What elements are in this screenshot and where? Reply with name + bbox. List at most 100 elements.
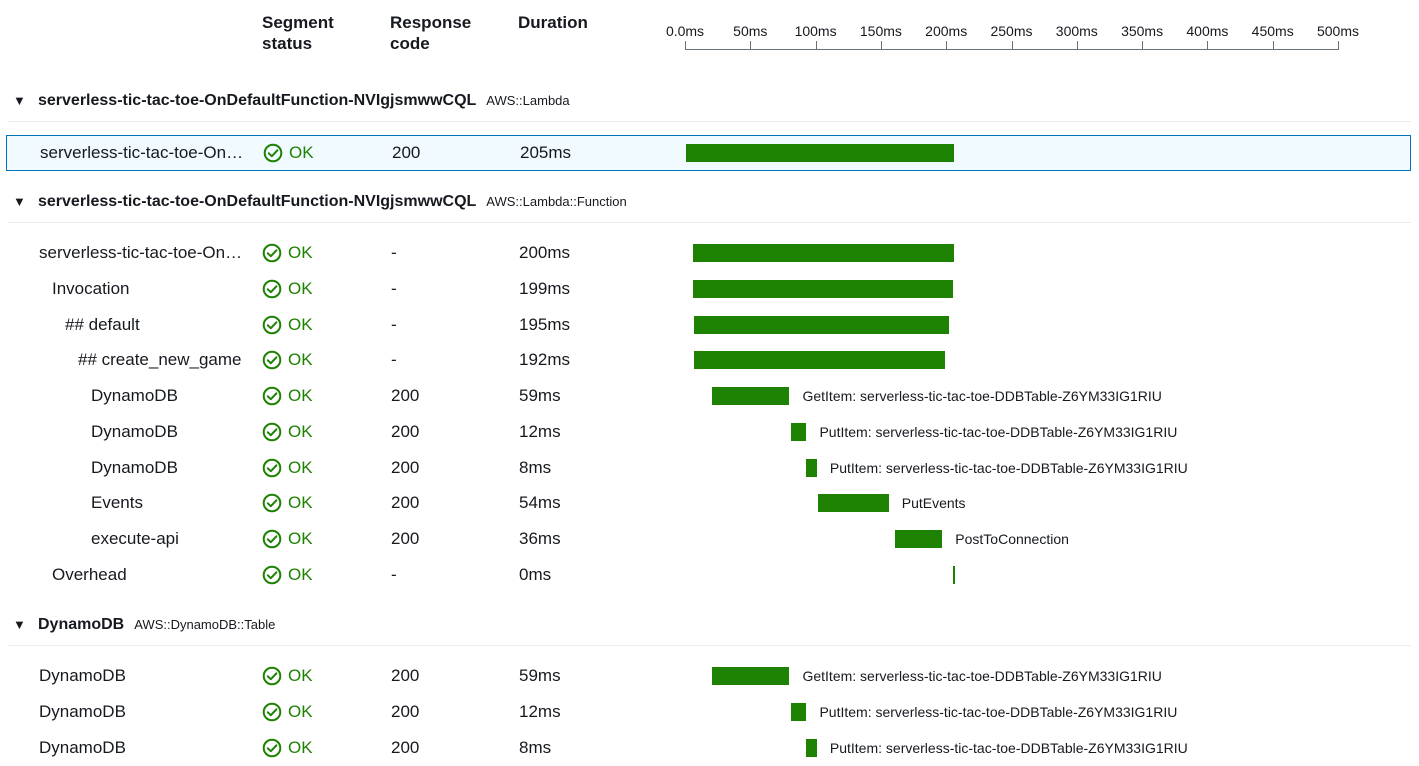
segment-duration: 8ms: [519, 458, 552, 477]
segment-row[interactable]: execute-api OK 200 36ms PostToConnection: [0, 521, 1419, 557]
timeline-tick-mark: [1338, 41, 1339, 50]
timeline-tick-mark: [880, 41, 882, 50]
timeline-bar-label: PostToConnection: [955, 531, 1069, 547]
timeline-tick-label: 50ms: [733, 23, 768, 39]
timeline-tick-mark: [946, 41, 948, 50]
segment-name: Invocation: [52, 279, 130, 298]
segment-duration: 12ms: [519, 702, 561, 721]
segment-duration: 195ms: [519, 315, 571, 334]
timeline-bar[interactable]: [712, 667, 790, 685]
segment-row[interactable]: Events OK 200 54ms PutEvents: [0, 485, 1419, 521]
caret-down-icon[interactable]: ▼: [13, 93, 26, 108]
timeline-bar[interactable]: [694, 316, 949, 334]
segment-row[interactable]: DynamoDB OK 200 8ms PutItem: serverless-tic-…: [0, 730, 1419, 766]
caret-down-icon[interactable]: ▼: [13, 194, 26, 209]
segment-duration: 200ms: [519, 243, 571, 262]
segment-name: execute-api: [91, 529, 179, 548]
segment-name: ## create_new_game: [78, 350, 242, 369]
segment-status: OK: [262, 557, 313, 593]
segment-status: OK: [262, 450, 313, 486]
status-ok-icon: [262, 702, 282, 722]
segment-row[interactable]: DynamoDB OK 200 8ms PutItem: serverless-tic-…: [0, 450, 1419, 486]
response-code: 200: [391, 458, 420, 477]
segment-name: Overhead: [52, 565, 127, 584]
timeline-bar[interactable]: [806, 739, 817, 757]
status-ok-icon: [263, 143, 283, 163]
status-text: OK: [288, 458, 313, 477]
status-text: OK: [288, 738, 313, 757]
segment-row[interactable]: ## default OK - 195ms: [0, 307, 1419, 343]
status-ok-icon: [262, 666, 282, 686]
group-header[interactable]: ▼ serverless-tic-tac-toe-OnDefaultFunctio…: [0, 191, 1419, 215]
segment-name: DynamoDB: [39, 702, 126, 721]
group-header[interactable]: ▼ DynamoDB AWS::DynamoDB::Table: [0, 614, 1419, 638]
status-text: OK: [288, 386, 313, 405]
timeline-tick-mark: [1142, 41, 1144, 50]
segment-row[interactable]: DynamoDB OK 200 12ms PutItem: serverless-tic…: [0, 414, 1419, 450]
timeline-bar-label: PutItem: serverless-tic-tac-toe-DDBTable…: [829, 460, 1188, 476]
timeline-bar[interactable]: [686, 144, 954, 162]
timeline-tick-label: 0.0ms: [665, 23, 705, 39]
group-title: serverless-tic-tac-toe-OnDefaultFunction…: [38, 193, 627, 211]
timeline-bar[interactable]: [712, 387, 790, 405]
segment-row[interactable]: DynamoDB OK 200 59ms GetItem: serverless-tic…: [0, 658, 1419, 694]
group-type: AWS::Lambda: [486, 93, 570, 108]
timeline-bar[interactable]: [694, 351, 945, 369]
timeline-tick-mark: [1076, 41, 1078, 50]
status-text: OK: [288, 493, 313, 512]
status-text: OK: [288, 422, 313, 441]
status-ok-icon: [262, 386, 282, 406]
group-type: AWS::Lambda::Function: [486, 194, 627, 209]
segment-status: OK: [262, 235, 313, 271]
segment-row[interactable]: ## create_new_game OK - 192ms: [0, 342, 1419, 378]
segment-duration: 36ms: [519, 529, 561, 548]
group-divider: [8, 121, 1411, 122]
status-ok-icon: [262, 738, 282, 758]
group-divider: [8, 222, 1411, 223]
segment-row[interactable]: serverless-tic-tac-toe-On… OK - 200ms: [0, 235, 1419, 271]
timeline-tick-label: 450ms: [1251, 23, 1294, 39]
segment-row[interactable]: DynamoDB OK 200 12ms PutItem: serverless-tic…: [0, 694, 1419, 730]
segment-row[interactable]: Overhead OK - 0ms: [0, 557, 1419, 593]
status-ok-icon: [262, 565, 282, 585]
segment-status-header[interactable]: Segment status: [262, 12, 334, 54]
timeline-bar[interactable]: [692, 280, 953, 298]
segment-status: OK: [262, 307, 313, 343]
timeline-tick-label: 500ms: [1316, 23, 1360, 39]
status-text: OK: [288, 315, 313, 334]
timeline-tick-label: 250ms: [990, 23, 1033, 39]
segment-row[interactable]: Invocation OK - 199ms: [0, 271, 1419, 307]
segment-status: OK: [262, 342, 313, 378]
response-code: -: [391, 315, 397, 334]
response-code: -: [391, 565, 397, 584]
response-code-header[interactable]: Response code: [390, 12, 471, 54]
segment-status: OK: [263, 135, 314, 171]
response-code-header-line2: code: [390, 34, 430, 53]
timeline-tick-label: 300ms: [1055, 23, 1098, 39]
timeline-bar[interactable]: [818, 494, 889, 512]
caret-down-icon[interactable]: ▼: [13, 617, 26, 632]
timeline-bar[interactable]: [952, 566, 955, 584]
segment-name: DynamoDB: [91, 458, 178, 477]
segment-status: OK: [262, 414, 313, 450]
timeline-bar[interactable]: [692, 244, 955, 262]
group-name: DynamoDB: [38, 616, 125, 633]
status-ok-icon: [262, 529, 282, 549]
status-text: OK: [288, 702, 313, 721]
response-code: 200: [391, 493, 420, 512]
timeline-bar[interactable]: [790, 423, 807, 441]
duration-header[interactable]: Duration: [518, 12, 588, 33]
timeline-bar[interactable]: [806, 459, 817, 477]
response-code-header-line1: Response: [390, 13, 472, 32]
group-divider: [8, 645, 1411, 646]
response-code: 200: [391, 702, 420, 721]
timeline-bar[interactable]: [790, 703, 807, 721]
segment-row[interactable]: serverless-tic-tac-toe-On… OK 200 205ms: [6, 135, 1411, 171]
segment-name: DynamoDB: [91, 422, 178, 441]
segment-row[interactable]: DynamoDB OK 200 59ms GetItem: serverless-tic…: [0, 378, 1419, 414]
timeline-bar[interactable]: [895, 530, 943, 548]
segment-duration: 12ms: [519, 422, 561, 441]
status-ok-icon: [262, 458, 282, 478]
status-ok-icon: [262, 350, 282, 370]
group-header[interactable]: ▼ serverless-tic-tac-toe-OnDefaultFunctio…: [0, 90, 1419, 114]
